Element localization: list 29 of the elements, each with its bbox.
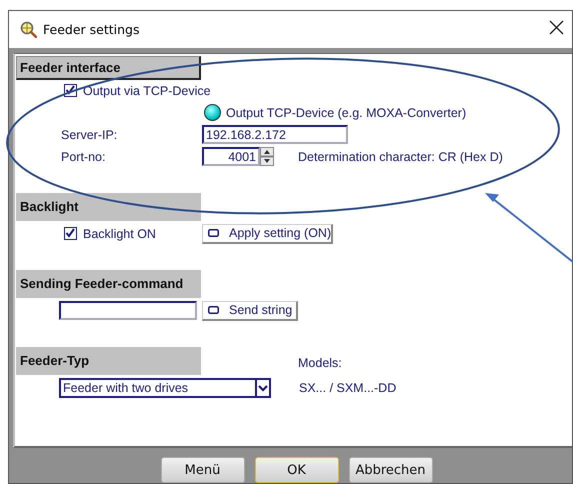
magnifier-icon [20,20,37,38]
dialog-button[interactable]: Menü [160,457,244,483]
field-label: Determination character: CR (Hex D) [298,150,503,164]
checkbox-label: Output via TCP-Device [83,84,211,98]
status-label: Output TCP-Device (e.g. MOXA-Converter) [226,106,466,120]
window-title: Feeder settings [43,22,140,37]
input-field[interactable]: 192.168.2.172 [202,125,348,144]
checkbox[interactable] [64,227,77,240]
models-label: Models: [298,356,342,372]
section-header: Feeder interface [16,56,201,80]
action-button[interactable]: Send string [202,300,298,321]
dropdown-arrow-icon[interactable] [255,378,271,398]
action-button[interactable]: Apply setting (ON) [202,224,334,244]
spin-buttons[interactable] [260,147,274,166]
field-label: Port-no: [61,150,106,164]
button-icon [208,229,219,238]
section-header: Backlight [16,192,201,221]
checkbox-label: Backlight ON [83,226,156,241]
field-label: SX... / SXM...-DD [299,380,396,395]
field-label: Server-IP: [61,128,118,142]
dropdown[interactable]: Feeder with two drives [59,378,271,398]
number-field[interactable]: 4001 [202,147,260,166]
checkbox[interactable] [64,84,77,98]
section-header: Feeder-Typ [16,346,201,375]
section-header: Sending Feeder-command [16,270,201,298]
dialog-button[interactable]: Abbrechen [348,457,432,483]
dialog-button[interactable]: OK [254,457,338,483]
button-icon [208,306,219,314]
input-field[interactable] [59,301,197,320]
